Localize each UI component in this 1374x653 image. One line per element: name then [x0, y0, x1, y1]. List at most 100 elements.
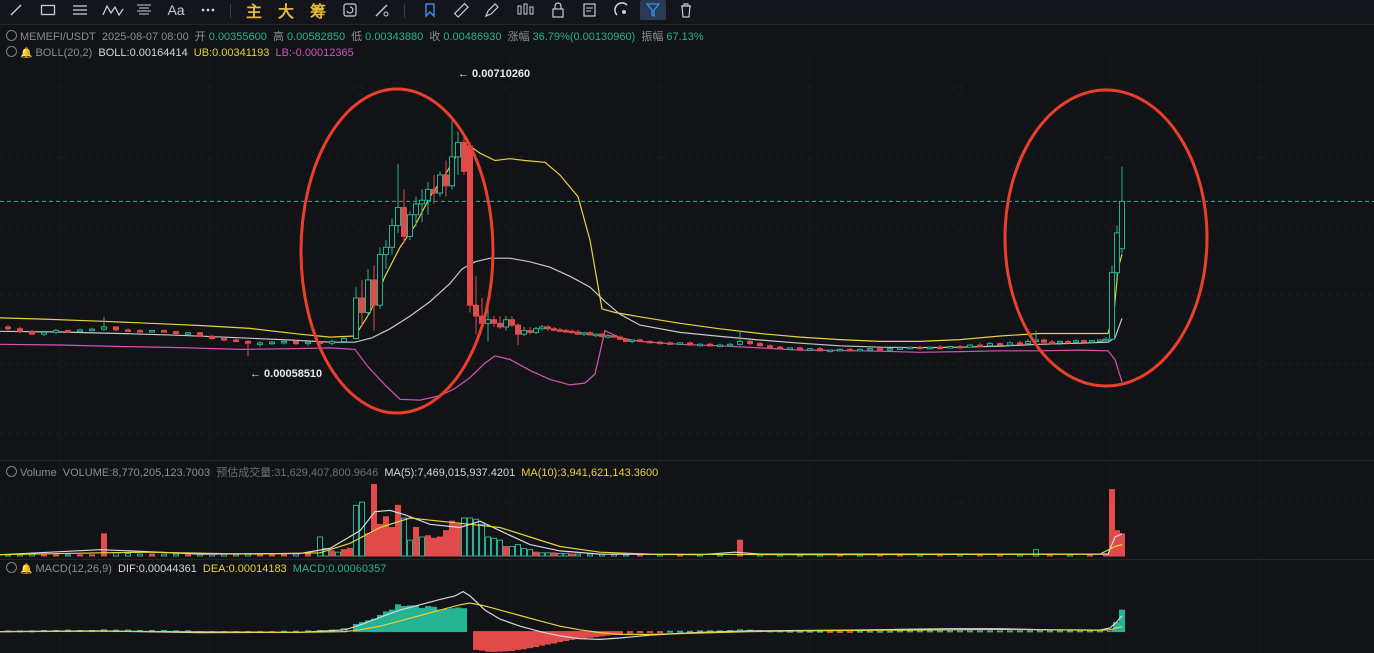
- volume-bar: [437, 536, 443, 557]
- volume-bar: [1114, 530, 1120, 557]
- volume-bar: [41, 554, 47, 557]
- candle-body: [1114, 232, 1120, 274]
- macd-bar: [515, 631, 521, 650]
- macd-bar: [455, 607, 461, 633]
- volume-bar: [389, 527, 395, 557]
- candle-body: [927, 346, 933, 350]
- candle-body: [419, 199, 425, 205]
- volume-bar: [551, 552, 557, 557]
- candle-body: [697, 343, 703, 347]
- candle-body: [527, 330, 533, 333]
- volume-bar: [401, 517, 407, 557]
- candle-body: [967, 344, 973, 348]
- candle-body: [509, 319, 515, 326]
- volume-bar: [341, 549, 347, 557]
- candle-body: [1119, 200, 1125, 250]
- candle-body: [551, 328, 557, 331]
- candle-body: [787, 347, 793, 350]
- volume-bar: [233, 554, 239, 557]
- candle-body: [817, 348, 823, 352]
- candle-body: [727, 343, 733, 347]
- candle-body: [587, 332, 593, 336]
- volume-bar: [1067, 554, 1073, 557]
- candle-body: [503, 319, 509, 328]
- macd-dea-line: [0, 602, 1123, 636]
- volume-bar: [497, 539, 503, 557]
- volume-bar: [1047, 554, 1053, 557]
- macd-bar: [867, 630, 873, 633]
- volume-bar: [413, 527, 419, 557]
- macd-bar: [627, 631, 633, 634]
- macd-bar: [917, 630, 923, 633]
- candle-body: [827, 349, 833, 353]
- candle-body: [245, 340, 251, 344]
- volume-bar: [257, 554, 263, 557]
- macd-bar: [419, 607, 425, 633]
- candle-body: [257, 342, 263, 345]
- macd-bar: [449, 608, 455, 633]
- price-chart[interactable]: ← 0.00710260 ← 0.00058510: [0, 0, 1374, 653]
- candle-body: [707, 343, 713, 347]
- macd-bar: [677, 630, 683, 633]
- volume-bar: [455, 523, 461, 557]
- macd-bar: [977, 630, 983, 633]
- candle-body: [1103, 338, 1109, 342]
- volume-bar: [623, 554, 629, 557]
- macd-bar: [485, 631, 491, 652]
- macd-bar: [581, 631, 587, 639]
- macd-bar: [1057, 630, 1063, 633]
- candle-body: [617, 336, 623, 340]
- candle-body: [563, 330, 569, 333]
- candle-body: [485, 319, 491, 324]
- candle-body: [209, 335, 215, 340]
- candle-body: [593, 333, 599, 337]
- candle-body: [757, 343, 763, 347]
- candle-body: [987, 343, 993, 347]
- candle-body: [557, 329, 563, 332]
- volume-bar: [737, 539, 743, 557]
- macd-bar: [987, 630, 993, 633]
- macd-bar: [857, 630, 863, 633]
- candle-body: [281, 340, 287, 344]
- candle-body: [539, 326, 545, 330]
- macd-bar: [443, 608, 449, 633]
- volume-bar: [1109, 489, 1115, 557]
- candle-body: [629, 339, 635, 342]
- candle-body: [837, 348, 843, 352]
- candle-body: [581, 332, 587, 335]
- candle-body: [575, 331, 581, 335]
- candle-body: [425, 188, 431, 201]
- volume-bar: [419, 536, 425, 557]
- macd-bar: [503, 631, 509, 652]
- candle-body: [1017, 342, 1023, 345]
- volume-bar: [587, 553, 593, 557]
- candle-body: [221, 338, 227, 341]
- candle-body: [1065, 340, 1071, 344]
- volume-bar: [1087, 554, 1093, 557]
- candle-body: [1073, 340, 1079, 343]
- macd-bar: [1017, 630, 1023, 633]
- candle-body: [521, 330, 527, 335]
- macd-bar: [897, 630, 903, 633]
- candle-body: [847, 348, 853, 352]
- candle-body: [185, 332, 191, 335]
- candle-body: [797, 347, 803, 350]
- candle-body: [569, 330, 575, 334]
- candle-body: [371, 279, 377, 306]
- candle-body: [359, 297, 365, 313]
- candle-body: [293, 340, 299, 345]
- macd-bar: [1007, 630, 1013, 633]
- macd-bar: [1027, 630, 1033, 633]
- volume-bar: [491, 537, 497, 557]
- candle-body: [611, 335, 617, 338]
- candle-body: [413, 203, 419, 216]
- candle-body: [767, 345, 773, 348]
- macd-bar: [1087, 630, 1093, 633]
- candle-body: [533, 328, 539, 333]
- volume-bar: [149, 553, 155, 557]
- macd-bar: [947, 630, 953, 633]
- candle-body: [637, 339, 643, 342]
- macd-bar: [927, 630, 933, 633]
- candle-body: [5, 326, 11, 330]
- candle-body: [1089, 340, 1095, 343]
